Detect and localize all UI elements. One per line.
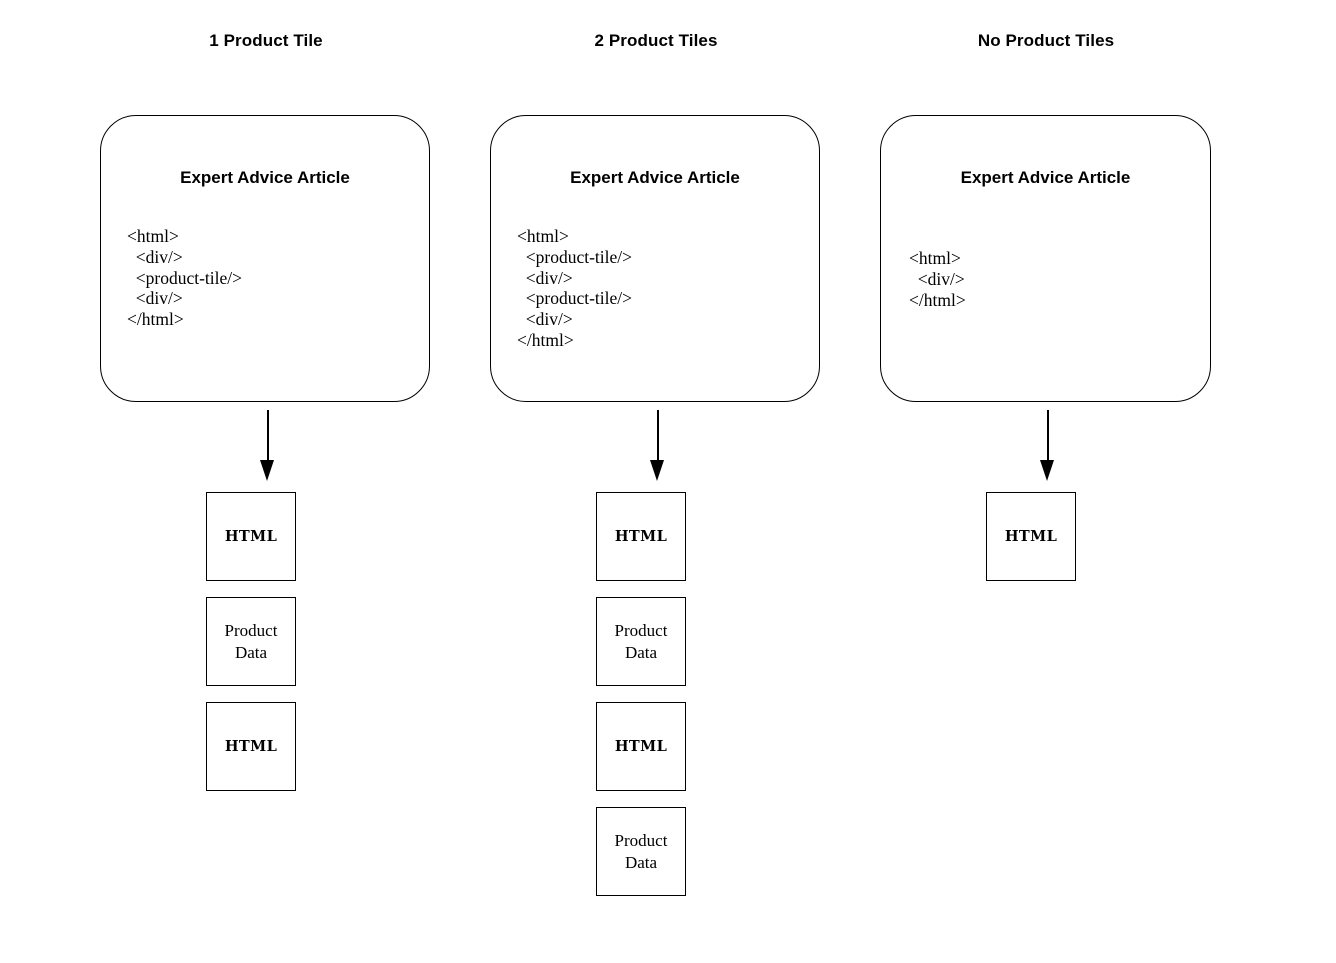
down-arrow-icon: [649, 410, 667, 482]
diagram-canvas: 1 Product Tile Expert Advice Article <ht…: [0, 0, 1336, 963]
output-box: Product Data: [596, 807, 686, 896]
column-no-product-tiles: No Product Tiles Expert Advice Article <…: [876, 0, 1216, 963]
arrow-shaft: [1047, 410, 1049, 464]
arrow-shaft: [657, 410, 659, 464]
output-box-label: HTML: [224, 528, 278, 545]
output-box: Product Data: [206, 597, 296, 686]
output-box: Product Data: [596, 597, 686, 686]
output-box: HTML: [596, 702, 686, 791]
column-heading: 2 Product Tiles: [594, 31, 718, 50]
article-card-code: <html> <div/> <product-tile/> <div/> </h…: [127, 226, 242, 330]
article-card: Expert Advice Article <html> <product-ti…: [490, 115, 820, 402]
article-card-title: Expert Advice Article: [960, 168, 1131, 187]
output-box: HTML: [596, 492, 686, 581]
output-box: HTML: [986, 492, 1076, 581]
article-card: Expert Advice Article <html> <div/> <pro…: [100, 115, 430, 402]
article-card-code: <html> <div/> </html>: [909, 248, 966, 310]
output-box-label: HTML: [1004, 528, 1058, 545]
output-box-label: HTML: [614, 738, 668, 755]
article-card-title: Expert Advice Article: [180, 168, 350, 187]
article-card-title: Expert Advice Article: [570, 168, 740, 187]
arrow-head: [260, 460, 274, 481]
column-2-product-tiles: 2 Product Tiles Expert Advice Article <h…: [486, 0, 826, 963]
arrow-shaft: [267, 410, 269, 464]
output-box-label: Product Data: [224, 620, 278, 662]
column-1-product-tile: 1 Product Tile Expert Advice Article <ht…: [96, 0, 436, 963]
output-box-label: Product Data: [614, 620, 668, 662]
output-box-label: HTML: [614, 528, 668, 545]
column-heading: 1 Product Tile: [209, 31, 323, 50]
output-box: HTML: [206, 492, 296, 581]
article-card-code: <html> <product-tile/> <div/> <product-t…: [517, 226, 632, 350]
down-arrow-icon: [259, 410, 277, 482]
arrow-head: [1040, 460, 1054, 481]
down-arrow-icon: [1039, 410, 1057, 482]
article-card: Expert Advice Article <html> <div/> </ht…: [880, 115, 1211, 402]
arrow-head: [650, 460, 664, 481]
output-box-label: HTML: [224, 738, 278, 755]
column-heading: No Product Tiles: [977, 31, 1115, 50]
output-box-label: Product Data: [614, 830, 668, 872]
output-box: HTML: [206, 702, 296, 791]
